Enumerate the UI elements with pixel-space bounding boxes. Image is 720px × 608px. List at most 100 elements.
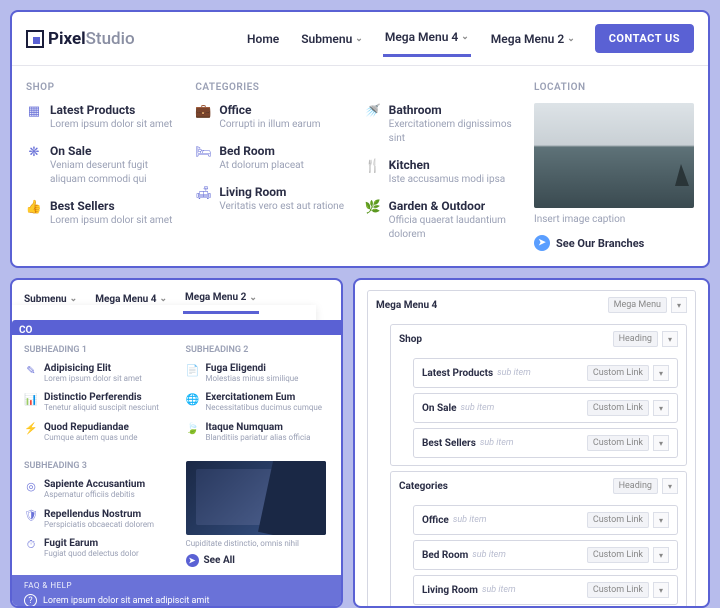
tree-toggle-button[interactable]: ▾ xyxy=(653,547,669,563)
type-tag: Custom Link xyxy=(587,582,649,598)
tree-toggle-button[interactable]: ▾ xyxy=(653,435,669,451)
nav-home[interactable]: Home xyxy=(245,20,281,57)
question-icon: ? xyxy=(24,594,37,607)
nav-megamenu2[interactable]: Mega Menu 2⌄ xyxy=(183,286,259,314)
tree-toggle-button[interactable]: ▾ xyxy=(653,365,669,381)
mega-location-col: LOCATION Insert image caption ➤ See Our … xyxy=(534,82,694,254)
type-tag: Heading xyxy=(613,478,658,494)
menu-item-bathroom[interactable]: 🚿BathroomExercitationem dignissimos sint xyxy=(365,103,514,146)
subheading3: SUBHEADING 3 xyxy=(24,461,168,471)
tree-toggle-button[interactable]: ▾ xyxy=(653,400,669,416)
menu-item-office[interactable]: 💼OfficeCorrupti in illum earum xyxy=(195,103,344,132)
mega-menu: SHOP ▦Latest ProductsLorem ipsum dolor s… xyxy=(12,66,708,266)
tree-shop: Shop Heading ▾ Latest Productssub itemCu… xyxy=(390,324,687,466)
logo-icon xyxy=(26,30,44,48)
bl-nav: Submenu⌄ Mega Menu 4⌄ Mega Menu 2⌄ xyxy=(12,280,341,314)
nav-submenu[interactable]: Submenu⌄ xyxy=(299,20,365,57)
chart-icon: 📊 xyxy=(24,393,38,405)
tree-row[interactable]: Categories Heading ▾ xyxy=(391,472,686,500)
garden-icon: 🌿 xyxy=(365,200,381,214)
see-branches-link[interactable]: ➤ See Our Branches xyxy=(534,235,694,251)
list-item[interactable]: 📊Distinctio PerferendisTenetur aliquid s… xyxy=(24,392,168,413)
tree-row[interactable]: Mega Menu 4 Mega Menu ▾ xyxy=(368,291,695,319)
bottom-right-panel: Mega Menu 4 Mega Menu ▾ Shop Heading ▾ L… xyxy=(353,278,710,608)
tree-row[interactable]: Shop Heading ▾ xyxy=(391,325,686,353)
type-tag: Mega Menu xyxy=(608,297,667,313)
arrow-icon: ➤ xyxy=(186,554,199,567)
logo-bold: Pixel xyxy=(48,29,86,49)
list-item[interactable]: 🛡Repellendus NostrumPerspiciatis obcaeca… xyxy=(24,509,168,530)
chevron-down-icon: ⌄ xyxy=(160,294,168,304)
bolt-icon: ⚡ xyxy=(24,423,38,435)
nav-submenu[interactable]: Submenu⌄ xyxy=(22,286,79,314)
briefcase-icon: 💼 xyxy=(195,104,211,118)
doc-icon: 📄 xyxy=(186,364,200,376)
mega-shop-col: SHOP ▦Latest ProductsLorem ipsum dolor s… xyxy=(26,82,175,254)
type-tag: Custom Link xyxy=(587,365,649,381)
tree-row[interactable]: Bed Roomsub itemCustom Link▾ xyxy=(414,541,677,569)
nav-megamenu4[interactable]: Mega Menu 4⌄ xyxy=(383,20,471,57)
list-item[interactable]: 🌐Exercitationem EumNecessitatibus ducimu… xyxy=(186,392,330,413)
list-item[interactable]: 📄Fuga EligendiMolestias minus similique xyxy=(186,363,330,384)
nav-links: Home Submenu⌄ Mega Menu 4⌄ Mega Menu 2⌄ xyxy=(245,20,577,57)
menu-item-onsale[interactable]: ❋On SaleVeniam deserunt fugit aliquam co… xyxy=(26,144,175,187)
top-panel: PixelStudio Home Submenu⌄ Mega Menu 4⌄ M… xyxy=(10,10,710,268)
chevron-down-icon: ⌄ xyxy=(567,34,575,44)
faq-item[interactable]: ? Lorem ipsum dolor sit amet adipiscit a… xyxy=(24,594,329,607)
subheading2: SUBHEADING 2 xyxy=(186,345,330,355)
feature-image xyxy=(186,461,326,535)
type-tag: Custom Link xyxy=(587,512,649,528)
leaf-icon: 🍃 xyxy=(186,423,200,435)
feature-caption: Cupiditate distinctio, omnis nihil xyxy=(186,539,330,548)
list-item[interactable]: ⚡Quod RepudiandaeCumque autem quas unde xyxy=(24,422,168,443)
thumb-icon: 👍 xyxy=(26,200,42,214)
faq-heading: FAQ & HELP xyxy=(24,581,329,590)
image-caption: Insert image caption xyxy=(534,214,694,225)
bed-icon: 🛏 xyxy=(195,145,211,159)
list-item[interactable]: 🍃Itaque NumquamBlanditiis pariatur alias… xyxy=(186,422,330,443)
shield-icon: 🛡 xyxy=(24,510,38,522)
pen-icon: ✎ xyxy=(24,364,38,376)
tree-toggle-button[interactable]: ▾ xyxy=(662,331,678,347)
menu-item-garden[interactable]: 🌿Garden & OutdoorOfficia quaerat laudant… xyxy=(365,199,514,242)
tree-toggle-button[interactable]: ▾ xyxy=(653,582,669,598)
location-heading: LOCATION xyxy=(534,82,694,93)
tree-row[interactable]: Officesub itemCustom Link▾ xyxy=(414,506,677,534)
menu-item-latest[interactable]: ▦Latest ProductsLorem ipsum dolor sit am… xyxy=(26,103,175,132)
tree-toggle-button[interactable]: ▾ xyxy=(671,297,687,313)
type-tag: Custom Link xyxy=(587,400,649,416)
clock-icon: ⏱ xyxy=(24,539,38,551)
tree-row[interactable]: Living Roomsub itemCustom Link▾ xyxy=(414,576,677,604)
location-image xyxy=(534,103,694,208)
tree-root: Mega Menu 4 Mega Menu ▾ Shop Heading ▾ L… xyxy=(367,290,696,608)
chevron-down-icon: ⌄ xyxy=(70,294,78,304)
sofa-icon: 🛋 xyxy=(195,186,211,200)
contact-button[interactable]: CONTACT US xyxy=(595,24,694,53)
nav-megamenu2[interactable]: Mega Menu 2⌄ xyxy=(489,20,577,57)
tree-row[interactable]: On Salesub itemCustom Link▾ xyxy=(414,394,677,422)
type-tag: Heading xyxy=(613,331,658,347)
spacer xyxy=(365,82,514,93)
bath-icon: 🚿 xyxy=(365,104,381,118)
globe-icon: 🌐 xyxy=(186,393,200,405)
see-all-link[interactable]: ➤ See All xyxy=(186,554,330,567)
tree-toggle-button[interactable]: ▾ xyxy=(653,512,669,528)
top-nav: PixelStudio Home Submenu⌄ Mega Menu 4⌄ M… xyxy=(12,12,708,66)
nav-megamenu4[interactable]: Mega Menu 4⌄ xyxy=(93,286,169,314)
target-icon: ◎ xyxy=(24,480,38,492)
logo[interactable]: PixelStudio xyxy=(26,29,135,49)
chevron-down-icon: ⌄ xyxy=(461,32,469,42)
list-item[interactable]: ✎Adipisicing ElitLorem ipsum dolor sit a… xyxy=(24,363,168,384)
list-item[interactable]: ◎Sapiente AccusantiumAspernatur officiis… xyxy=(24,479,168,500)
tree-row[interactable]: Best Sellerssub itemCustom Link▾ xyxy=(414,429,677,457)
menu-item-living[interactable]: 🛋Living RoomVeritatis vero est aut ratio… xyxy=(195,185,344,214)
tree-row[interactable]: Latest Productssub itemCustom Link▾ xyxy=(414,359,677,387)
menu-item-bedroom[interactable]: 🛏Bed RoomAt dolorum placeat xyxy=(195,144,344,173)
menu-item-bestsellers[interactable]: 👍Best SellersLorem ipsum dolor sit amet xyxy=(26,199,175,228)
tree-toggle-button[interactable]: ▾ xyxy=(662,478,678,494)
shop-heading: SHOP xyxy=(26,82,175,93)
list-item[interactable]: ⏱Fugit EarumFugiat quod delectus dolor xyxy=(24,538,168,559)
menu-item-kitchen[interactable]: 🍴KitchenIste accusamus modi ipsa xyxy=(365,158,514,187)
kitchen-icon: 🍴 xyxy=(365,159,381,173)
chevron-down-icon: ⌄ xyxy=(355,34,363,44)
